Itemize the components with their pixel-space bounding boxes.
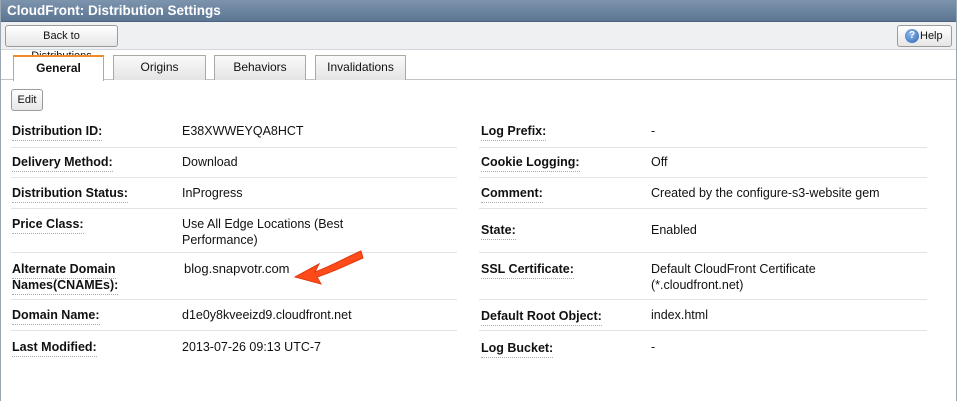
field-label: Log Bucket: (481, 341, 554, 358)
row-divider (11, 147, 457, 148)
help-label: Help (920, 30, 943, 42)
tab-label: Behaviors (233, 60, 287, 74)
help-icon: ? (905, 29, 919, 43)
help-button[interactable]: ? Help (897, 25, 952, 47)
distribution-status-value: InProgress (182, 186, 243, 200)
row-divider (479, 147, 927, 148)
general-panel: Edit Distribution ID: E38XWWEYQA8HCT Del… (1, 80, 956, 401)
field-label: Delivery Method: (12, 155, 113, 172)
field-label: Last Modified: (12, 340, 97, 357)
row-divider (11, 330, 457, 331)
log-prefix-value: - (651, 124, 656, 138)
field-label: Default Root Object: (481, 309, 602, 326)
title-bar: CloudFront: Distribution Settings (1, 0, 956, 22)
distribution-id-value: E38XWWEYQA8HCT (182, 124, 304, 138)
field-label: Domain Name: (12, 308, 100, 325)
tab-label: Origins (140, 60, 179, 74)
field-label: SSL Certificate: (481, 262, 574, 279)
default-root-object-value: index.html (651, 308, 708, 322)
row-divider (479, 252, 927, 253)
row-divider (479, 177, 927, 178)
tab-invalidations[interactable]: Invalidations (315, 55, 406, 80)
alternate-domain-names-value: blog.snapvotr.com (184, 261, 290, 276)
field-label: Price Class: (12, 217, 84, 234)
field-label: Comment: (481, 186, 543, 203)
field-label: Distribution Status: (12, 186, 128, 203)
row-divider (11, 252, 457, 253)
state-value: Enabled (651, 223, 697, 237)
field-label: Distribution ID: (12, 124, 103, 141)
ssl-certificate-value: Default CloudFront Certificate (*.cloudf… (651, 262, 816, 292)
field-label: Log Prefix: (481, 124, 547, 141)
log-bucket-value: - (651, 340, 656, 354)
field-label: Cookie Logging: (481, 155, 580, 172)
row-divider (11, 177, 457, 178)
window-title: CloudFront: Distribution Settings (7, 3, 221, 18)
row-divider (479, 299, 927, 300)
row-divider (11, 299, 457, 300)
arrow-annotation-icon (293, 250, 364, 285)
tab-general[interactable]: General (13, 55, 104, 81)
cookie-logging-value: Off (651, 155, 668, 169)
tab-label: Invalidations (327, 60, 394, 74)
app-window: CloudFront: Distribution Settings Back t… (0, 0, 957, 401)
tab-label: General (36, 61, 81, 75)
row-divider (479, 330, 927, 331)
edit-button[interactable]: Edit (11, 89, 43, 111)
field-label: Alternate Domain Names(CNAMEs): (12, 261, 162, 295)
tab-bar: General Origins Behaviors Invalidations (1, 50, 956, 81)
last-modified-value: 2013-07-26 09:13 UTC-7 (182, 340, 321, 354)
comment-value: Created by the configure-s3-website gem (651, 186, 880, 200)
row-divider (479, 208, 927, 209)
domain-name-value: d1e0y8kveeizd9.cloudfront.net (182, 308, 352, 322)
tab-behaviors[interactable]: Behaviors (214, 55, 306, 80)
back-to-distributions-button[interactable]: Back to Distributions (5, 25, 118, 62)
field-label: State: (481, 223, 516, 240)
toolbar: Back to Distributions ? Help (1, 22, 956, 62)
tab-origins[interactable]: Origins (113, 55, 206, 80)
delivery-method-value: Download (182, 155, 238, 169)
row-divider (11, 208, 457, 209)
price-class-value: Use All Edge Locations (Best Performance… (182, 217, 344, 247)
